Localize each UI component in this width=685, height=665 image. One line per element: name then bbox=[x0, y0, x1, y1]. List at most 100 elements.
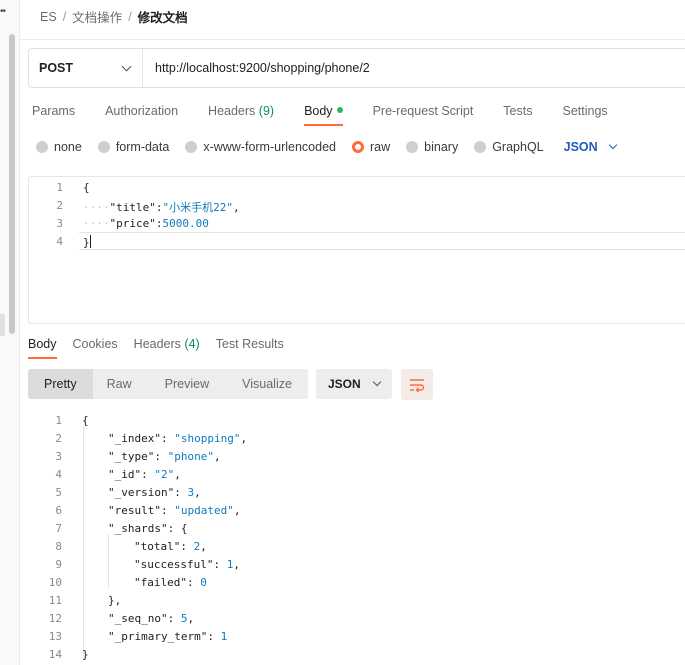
code-line: "failed": 0 bbox=[134, 576, 207, 589]
tab-body[interactable]: Body bbox=[304, 104, 343, 126]
headers-count: (9) bbox=[258, 104, 275, 118]
tab-label: Test Results bbox=[215, 337, 284, 351]
whitespace-marker: ···· bbox=[83, 217, 110, 230]
line-number: 1 bbox=[55, 414, 62, 427]
radio-label: raw bbox=[370, 140, 391, 154]
line-number: 6 bbox=[55, 504, 62, 517]
code-text: }, bbox=[108, 594, 122, 607]
radio-circle-icon bbox=[36, 141, 48, 153]
tab-pre-request-script[interactable]: Pre-request Script bbox=[373, 104, 474, 126]
request-url-bar: POST http://localhost:9200/shopping/phon… bbox=[28, 48, 685, 88]
response-headers-count: (4) bbox=[184, 337, 200, 351]
tab-response-headers[interactable]: Headers (4) bbox=[134, 337, 200, 359]
breadcrumb-separator: / bbox=[62, 9, 67, 24]
code-line: } bbox=[82, 648, 89, 661]
json-key: "total" bbox=[134, 540, 181, 553]
code-line: { bbox=[83, 181, 90, 194]
more-icon[interactable]: •• bbox=[0, 6, 6, 17]
chevron-down-icon bbox=[121, 61, 132, 71]
line-number: 5 bbox=[55, 486, 62, 499]
method-select[interactable]: POST bbox=[29, 49, 143, 87]
tab-label: Headers bbox=[133, 337, 181, 351]
tab-label: Settings bbox=[562, 104, 608, 118]
code-line: "_type": "phone", bbox=[108, 450, 221, 463]
response-format-select[interactable]: JSON bbox=[316, 369, 392, 399]
code-text: } bbox=[83, 236, 90, 249]
text-cursor bbox=[89, 235, 91, 248]
json-value: "2" bbox=[154, 468, 175, 481]
code-line: "result": "updated", bbox=[108, 504, 241, 517]
url-input[interactable]: http://localhost:9200/shopping/phone/2 bbox=[143, 61, 370, 75]
body-language-select[interactable]: JSON bbox=[564, 140, 617, 154]
response-body-viewer[interactable]: 1 {2 "_index": "shopping", 3 "_type": "phone… bbox=[28, 410, 685, 665]
request-name[interactable]: 修改文档 bbox=[138, 7, 188, 26]
json-value: "小米手机22" bbox=[162, 201, 233, 214]
tab-label: Pre-request Script bbox=[372, 104, 474, 118]
line-number: 12 bbox=[48, 612, 62, 625]
json-value: { bbox=[180, 522, 188, 535]
radio-graphql[interactable]: GraphQL bbox=[474, 140, 544, 154]
code-text: , bbox=[232, 201, 240, 214]
indent-guide bbox=[108, 534, 109, 588]
line-number: 13 bbox=[48, 630, 62, 643]
tab-response-body[interactable]: Body bbox=[28, 337, 57, 359]
tab-label: Body bbox=[28, 337, 57, 351]
line-number: 1 bbox=[56, 181, 63, 194]
sidebar-scrollbar[interactable] bbox=[9, 34, 15, 334]
code-line: "_seq_no": 5, bbox=[108, 612, 195, 625]
code-line: "_index": "shopping", bbox=[108, 432, 248, 445]
radio-label: GraphQL bbox=[492, 140, 544, 154]
view-pretty[interactable]: Pretty bbox=[28, 369, 93, 399]
code-line: "total": 2, bbox=[134, 540, 207, 553]
json-key: "_seq_no" bbox=[108, 612, 168, 625]
line-number: 3 bbox=[55, 450, 62, 463]
radio-none[interactable]: none bbox=[36, 140, 82, 154]
body-modified-dot-icon bbox=[336, 107, 343, 113]
radio-circle-icon bbox=[474, 141, 487, 153]
wrap-lines-icon bbox=[410, 378, 425, 392]
tab-settings[interactable]: Settings bbox=[562, 104, 607, 126]
method-label: POST bbox=[39, 61, 74, 75]
line-number: 7 bbox=[55, 522, 62, 535]
tab-authorization[interactable]: Authorization bbox=[105, 104, 178, 126]
tab-label: Body bbox=[304, 104, 333, 118]
tab-params[interactable]: Params bbox=[32, 104, 75, 126]
json-key: "failed" bbox=[134, 576, 187, 589]
json-value: 1 bbox=[226, 558, 234, 571]
radio-binary[interactable]: binary bbox=[406, 140, 458, 154]
json-key: "successful" bbox=[134, 558, 214, 571]
tab-cookies[interactable]: Cookies bbox=[73, 337, 118, 359]
header-divider bbox=[20, 39, 685, 40]
line-number: 14 bbox=[48, 648, 62, 661]
code-text: } bbox=[82, 648, 89, 661]
json-key: "price" bbox=[109, 217, 156, 230]
view-preview[interactable]: Preview bbox=[151, 369, 228, 399]
json-key: "_id" bbox=[108, 468, 142, 481]
breadcrumb-separator: / bbox=[128, 9, 132, 24]
view-raw[interactable]: Raw bbox=[93, 369, 151, 399]
radio-circle-icon bbox=[185, 141, 198, 153]
request-body-editor[interactable]: 1 2 3 4 { ····"title":"小米手机22", ····"pri… bbox=[28, 176, 685, 324]
json-value: 2 bbox=[193, 540, 201, 553]
radio-x-www-form-urlencoded[interactable]: x-www-form-urlencoded bbox=[185, 140, 336, 154]
breadcrumb-item-folder[interactable]: 文档操作 bbox=[72, 7, 122, 26]
breadcrumb-item-es[interactable]: ES bbox=[40, 10, 57, 24]
code-line: { bbox=[82, 414, 89, 427]
wrap-lines-button[interactable] bbox=[401, 369, 433, 400]
line-number: 9 bbox=[55, 558, 62, 571]
tab-test-results[interactable]: Test Results bbox=[216, 337, 284, 359]
indent-guide bbox=[83, 426, 84, 660]
view-visualize[interactable]: Visualize bbox=[228, 369, 311, 399]
json-key: "result" bbox=[108, 504, 161, 517]
json-value: "updated" bbox=[174, 504, 234, 517]
tab-headers[interactable]: Headers (9) bbox=[208, 104, 274, 126]
chevron-down-icon bbox=[372, 377, 382, 387]
radio-circle-icon bbox=[406, 141, 419, 153]
radio-raw[interactable]: raw bbox=[352, 140, 390, 154]
sidebar-resize-handle[interactable] bbox=[0, 314, 5, 336]
json-value: 1 bbox=[220, 630, 228, 643]
tab-tests[interactable]: Tests bbox=[503, 104, 532, 126]
chevron-down-icon bbox=[608, 140, 617, 150]
radio-form-data[interactable]: form-data bbox=[97, 140, 169, 154]
code-line: "_id": "2", bbox=[108, 468, 181, 481]
